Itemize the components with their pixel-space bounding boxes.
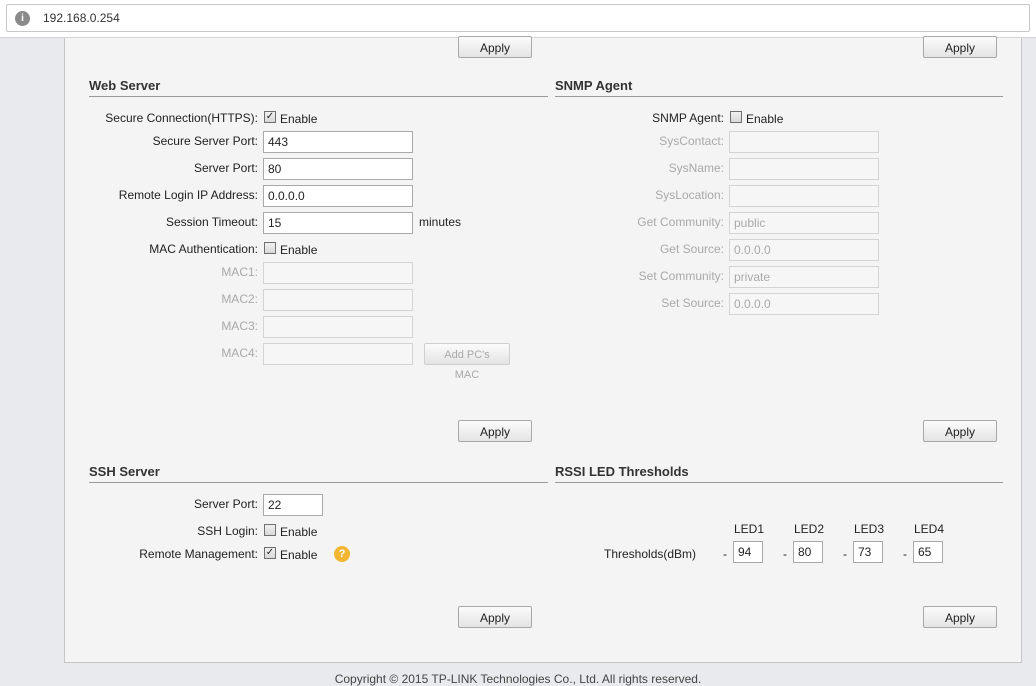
https-label: Secure Connection(HTTPS): <box>105 111 258 125</box>
get-community-label: Get Community: <box>637 215 724 229</box>
rssi-led-title: RSSI LED Thresholds <box>555 464 1003 483</box>
add-pc-mac-button[interactable]: Add PC's MAC <box>424 343 510 381</box>
remote-management-enable-label: Enable <box>280 548 318 562</box>
mac4-input[interactable] <box>263 343 413 365</box>
web-server-apply-button[interactable]: Apply <box>458 420 532 442</box>
minutes-unit: minutes <box>419 215 462 229</box>
ssh-login-label: SSH Login: <box>197 524 258 538</box>
sysname-input[interactable] <box>729 158 879 180</box>
remote-ip-input[interactable] <box>263 185 413 207</box>
session-timeout-label: Session Timeout: <box>165 215 258 229</box>
remote-ip-label: Remote Login IP Address: <box>118 188 258 202</box>
led2-label: LED2 <box>794 522 825 536</box>
mac1-input[interactable] <box>263 262 413 284</box>
url-field[interactable]: i 192.168.0.254 <box>6 4 1030 32</box>
mac2-input[interactable] <box>263 289 413 311</box>
apply-button-top-left[interactable]: Apply <box>458 36 532 58</box>
led4-input[interactable] <box>913 541 943 563</box>
mac1-label: MAC1: <box>221 265 258 279</box>
led2-minus: - <box>783 547 787 561</box>
led4-minus: - <box>903 547 907 561</box>
https-checkbox[interactable]: ✓ <box>264 111 276 123</box>
led4-label: LED4 <box>914 522 945 536</box>
snmp-enable-label: Enable <box>746 112 784 126</box>
web-server-title: Web Server <box>89 78 548 97</box>
set-source-input[interactable] <box>729 293 879 315</box>
mac2-label: MAC2: <box>221 292 258 306</box>
remote-management-label: Remote Management: <box>139 547 258 561</box>
mac3-input[interactable] <box>263 316 413 338</box>
led1-label: LED1 <box>734 522 765 536</box>
ssh-server-title: SSH Server <box>89 464 548 483</box>
snmp-agent-label: SNMP Agent: <box>652 111 724 125</box>
sysname-label: SysName: <box>668 161 724 175</box>
ssh-login-checkbox[interactable] <box>264 524 276 536</box>
ssh-port-label: Server Port: <box>193 497 258 511</box>
info-icon[interactable]: i <box>15 11 30 26</box>
ssh-apply-button[interactable]: Apply <box>458 606 532 628</box>
mac-auth-label: MAC Authentication: <box>149 242 258 256</box>
server-port-label: Server Port: <box>193 161 258 175</box>
url-text[interactable]: 192.168.0.254 <box>43 11 120 25</box>
syslocation-input[interactable] <box>729 185 879 207</box>
ssh-port-input[interactable] <box>263 494 323 516</box>
mac3-label: MAC3: <box>221 319 258 333</box>
settings-panel: Apply Apply Web Server Secure Connection… <box>64 36 1022 663</box>
get-source-label: Get Source: <box>659 242 724 256</box>
session-timeout-input[interactable] <box>263 212 413 234</box>
led1-minus: - <box>723 547 727 561</box>
set-community-label: Set Community: <box>638 269 724 283</box>
snmp-apply-button[interactable]: Apply <box>923 420 997 442</box>
snmp-agent-title: SNMP Agent <box>555 78 1003 97</box>
secure-port-label: Secure Server Port: <box>152 134 258 148</box>
question-icon[interactable]: ? <box>334 546 350 562</box>
set-community-input[interactable] <box>729 266 879 288</box>
led3-label: LED3 <box>854 522 885 536</box>
syscontact-label: SysContact: <box>659 134 724 148</box>
mac-auth-checkbox[interactable] <box>264 242 276 254</box>
syscontact-input[interactable] <box>729 131 879 153</box>
set-source-label: Set Source: <box>661 296 724 310</box>
led3-input[interactable] <box>853 541 883 563</box>
syslocation-label: SysLocation: <box>655 188 724 202</box>
get-source-input[interactable] <box>729 239 879 261</box>
rssi-apply-button[interactable]: Apply <box>923 606 997 628</box>
remote-management-checkbox[interactable]: ✓ <box>264 547 276 559</box>
ssh-login-enable-label: Enable <box>280 525 318 539</box>
led3-minus: - <box>843 547 847 561</box>
server-port-input[interactable] <box>263 158 413 180</box>
mac4-label: MAC4: <box>221 346 258 360</box>
browser-address-bar: i 192.168.0.254 <box>0 0 1036 38</box>
secure-port-input[interactable] <box>263 131 413 153</box>
led1-input[interactable] <box>733 541 763 563</box>
mac-auth-enable-label: Enable <box>280 243 318 257</box>
apply-button-top-right[interactable]: Apply <box>923 36 997 58</box>
get-community-input[interactable] <box>729 212 879 234</box>
snmp-agent-checkbox[interactable] <box>730 111 742 123</box>
led2-input[interactable] <box>793 541 823 563</box>
https-enable-label: Enable <box>280 112 318 126</box>
thresholds-label: Thresholds(dBm) <box>604 547 697 561</box>
